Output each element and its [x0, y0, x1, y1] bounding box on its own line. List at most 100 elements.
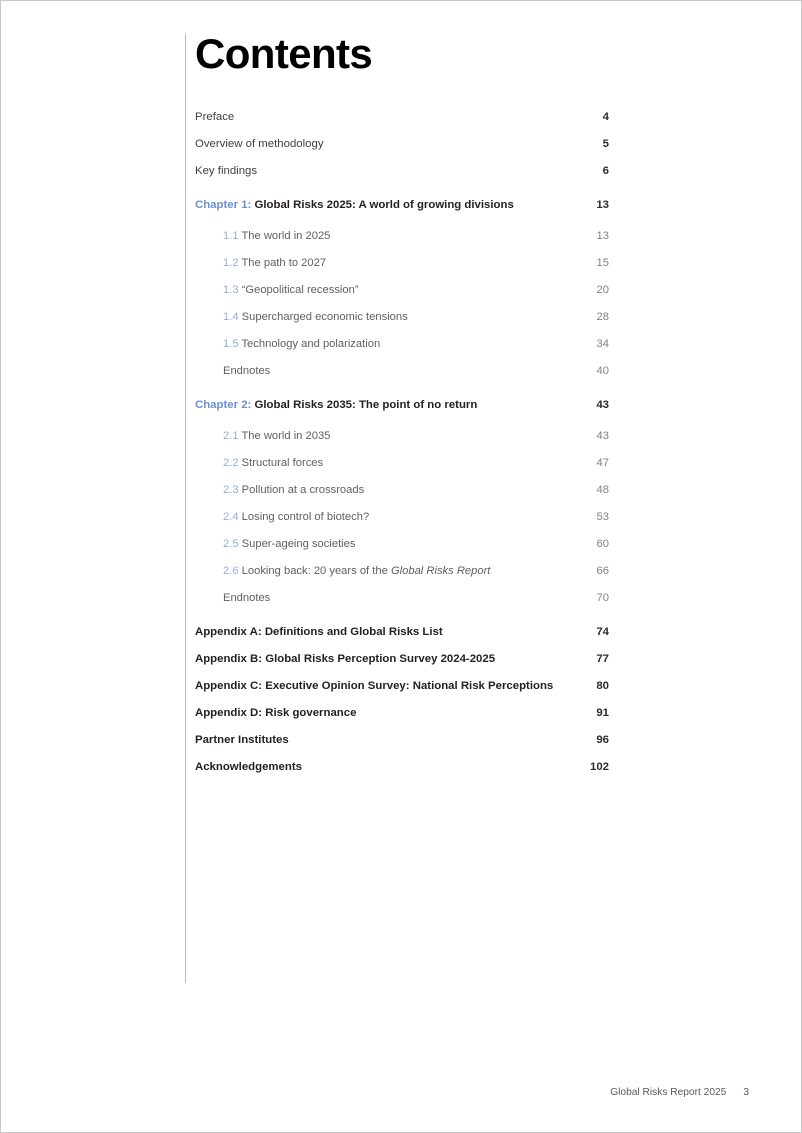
toc-entry-section-number: 1.2	[223, 257, 239, 269]
toc-entry-text: Appendix B: Global Risks Perception Surv…	[195, 653, 496, 665]
toc-entry[interactable]: 1.4 Supercharged economic tensions 28	[195, 311, 609, 338]
toc-entry[interactable]: Partner Institutes 96	[195, 734, 609, 761]
toc-entry[interactable]: Preface 4	[195, 111, 609, 138]
toc-entry-page-number: 43	[596, 430, 609, 442]
toc-entry-section-number: 2.2	[223, 457, 239, 469]
toc-entry-section-number: 2.4	[223, 511, 239, 523]
contents-column: Contents Preface 4 Overview of methodology…	[195, 1, 609, 774]
toc-entry-label: Acknowledgements	[195, 761, 583, 773]
toc-entry-text: Super-ageing societies	[241, 538, 356, 550]
toc-entry-text: Global Risks 2035: The point of no retur…	[254, 399, 478, 411]
toc-entry-text: Losing control of biotech?	[241, 511, 370, 523]
toc-entry[interactable]: 2.5 Super-ageing societies 60	[195, 538, 609, 565]
footer-document-title: Global Risks Report 2025	[610, 1087, 727, 1098]
toc-entry-section-number: 1.1	[223, 230, 239, 242]
toc-entry[interactable]: Endnotes 40	[195, 365, 609, 392]
toc-entry[interactable]: Key findings 6	[195, 165, 609, 192]
toc-entry[interactable]: Acknowledgements 102	[195, 761, 609, 788]
toc-entry-page-number: 70	[596, 592, 609, 604]
vertical-rule-divider	[185, 34, 186, 983]
toc-entry-label: 1.3 “Geopolitical recession”	[223, 284, 583, 296]
toc-entry-label: Appendix D: Risk governance	[195, 707, 583, 719]
toc-entry-label: Chapter 1: Global Risks 2025: A world of…	[195, 199, 583, 211]
toc-entry-page-number: 60	[596, 538, 609, 550]
toc-entry-label: 2.4 Losing control of biotech?	[223, 511, 583, 523]
toc-entry-page-number: 102	[589, 761, 609, 773]
toc-entry-text: Looking back: 20 years of the	[241, 565, 391, 577]
toc-entry[interactable]: 2.3 Pollution at a crossroads 48	[195, 484, 609, 511]
toc-entry-text: Pollution at a crossroads	[241, 484, 365, 496]
toc-entry[interactable]: 1.1 The world in 2025 13	[195, 230, 609, 257]
toc-entry-page-number: 96	[596, 734, 609, 746]
toc-entry[interactable]: Appendix A: Definitions and Global Risks…	[195, 626, 609, 653]
toc-entry-page-number: 28	[596, 311, 609, 323]
toc-entry[interactable]: Appendix D: Risk governance 91	[195, 707, 609, 734]
toc-entry-label: 1.5 Technology and polarization	[223, 338, 583, 350]
toc-entry-page-number: 5	[602, 138, 609, 150]
toc-entry-text: Appendix D: Risk governance	[195, 707, 357, 719]
page-title: Contents	[195, 30, 373, 77]
toc-entry-page-number: 48	[596, 484, 609, 496]
toc-entry[interactable]: Overview of methodology 5	[195, 138, 609, 165]
toc-entry[interactable]: 1.2 The path to 2027 15	[195, 257, 609, 284]
toc-entry-page-number: 43	[596, 399, 609, 411]
toc-entry-label: 1.2 The path to 2027	[223, 257, 583, 269]
toc-entry[interactable]: 2.4 Losing control of biotech? 53	[195, 511, 609, 538]
toc-entry-page-number: 6	[602, 165, 609, 177]
toc-entry-text: Key findings	[195, 165, 258, 177]
toc-entry-label: 2.1 The world in 2035	[223, 430, 583, 442]
toc-entry-page-number: 53	[596, 511, 609, 523]
toc-entry-text: Appendix C: Executive Opinion Survey: Na…	[195, 680, 554, 692]
toc-entry-section-number: 1.4	[223, 311, 239, 323]
toc-entry-section-number: 2.5	[223, 538, 239, 550]
toc-entry[interactable]: Appendix C: Executive Opinion Survey: Na…	[195, 680, 609, 707]
toc-entry-text: Supercharged economic tensions	[241, 311, 408, 323]
toc-entry-label: Endnotes	[223, 365, 583, 377]
toc-entry-label: 2.3 Pollution at a crossroads	[223, 484, 583, 496]
toc-entry-page-number: 13	[596, 230, 609, 242]
toc-entry-text: Overview of methodology	[195, 138, 324, 150]
toc-entry-label: 2.2 Structural forces	[223, 457, 583, 469]
toc-entry-text-italic: Global Risks Report	[390, 565, 491, 577]
toc-entry-section-number: 1.5	[223, 338, 239, 350]
toc-entry-chapter-tag: Chapter 1:	[195, 199, 252, 211]
toc-entry-page-number: 15	[596, 257, 609, 269]
toc-entry-text: Structural forces	[241, 457, 324, 469]
toc-entry-text: “Geopolitical recession”	[241, 284, 359, 296]
toc-entry-text: Partner Institutes	[195, 734, 289, 746]
toc-entry[interactable]: Appendix B: Global Risks Perception Surv…	[195, 653, 609, 680]
toc-entry[interactable]: Chapter 2: Global Risks 2035: The point …	[195, 399, 609, 427]
toc-entry-label: 2.6 Looking back: 20 years of the Global…	[223, 565, 583, 577]
toc-entry[interactable]: 2.1 The world in 2035 43	[195, 430, 609, 457]
toc-entry-label: 1.1 The world in 2025	[223, 230, 583, 242]
toc-entry-label: Overview of methodology	[195, 138, 583, 150]
toc-entry[interactable]: 1.3 “Geopolitical recession” 20	[195, 284, 609, 311]
toc-entry-label: Preface	[195, 111, 583, 123]
toc-entry-page-number: 77	[596, 653, 609, 665]
toc-entry-page-number: 20	[596, 284, 609, 296]
toc-entry-label: Appendix A: Definitions and Global Risks…	[195, 626, 583, 638]
toc-entry-text: Appendix A: Definitions and Global Risks…	[195, 626, 443, 638]
toc-entry-page-number: 66	[596, 565, 609, 577]
toc-entry-text: Endnotes	[223, 365, 271, 377]
toc-entry[interactable]: 2.6 Looking back: 20 years of the Global…	[195, 565, 609, 592]
toc-entry-label: 2.5 Super-ageing societies	[223, 538, 583, 550]
toc-entry[interactable]: 2.2 Structural forces 47	[195, 457, 609, 484]
toc-entry-label: Appendix C: Executive Opinion Survey: Na…	[195, 680, 583, 692]
toc-entry-page-number: 4	[602, 111, 609, 123]
toc-entry-label: Key findings	[195, 165, 583, 177]
toc-entry[interactable]: Endnotes 70	[195, 592, 609, 619]
toc-entry-page-number: 74	[596, 626, 609, 638]
table-of-contents-list: Preface 4 Overview of methodology 5 Key find…	[195, 111, 609, 788]
toc-entry-page-number: 47	[596, 457, 609, 469]
toc-entry-section-number: 2.6	[223, 565, 239, 577]
toc-entry[interactable]: Chapter 1: Global Risks 2025: A world of…	[195, 199, 609, 227]
toc-entry-text: The world in 2035	[241, 430, 331, 442]
toc-entry-text: The world in 2025	[241, 230, 331, 242]
toc-entry[interactable]: 1.5 Technology and polarization 34	[195, 338, 609, 365]
toc-entry-text: Technology and polarization	[241, 338, 381, 350]
toc-entry-section-number: 2.3	[223, 484, 239, 496]
toc-entry-label: Appendix B: Global Risks Perception Surv…	[195, 653, 583, 665]
footer-page-number: 3	[743, 1087, 749, 1098]
toc-entry-label: Endnotes	[223, 592, 583, 604]
